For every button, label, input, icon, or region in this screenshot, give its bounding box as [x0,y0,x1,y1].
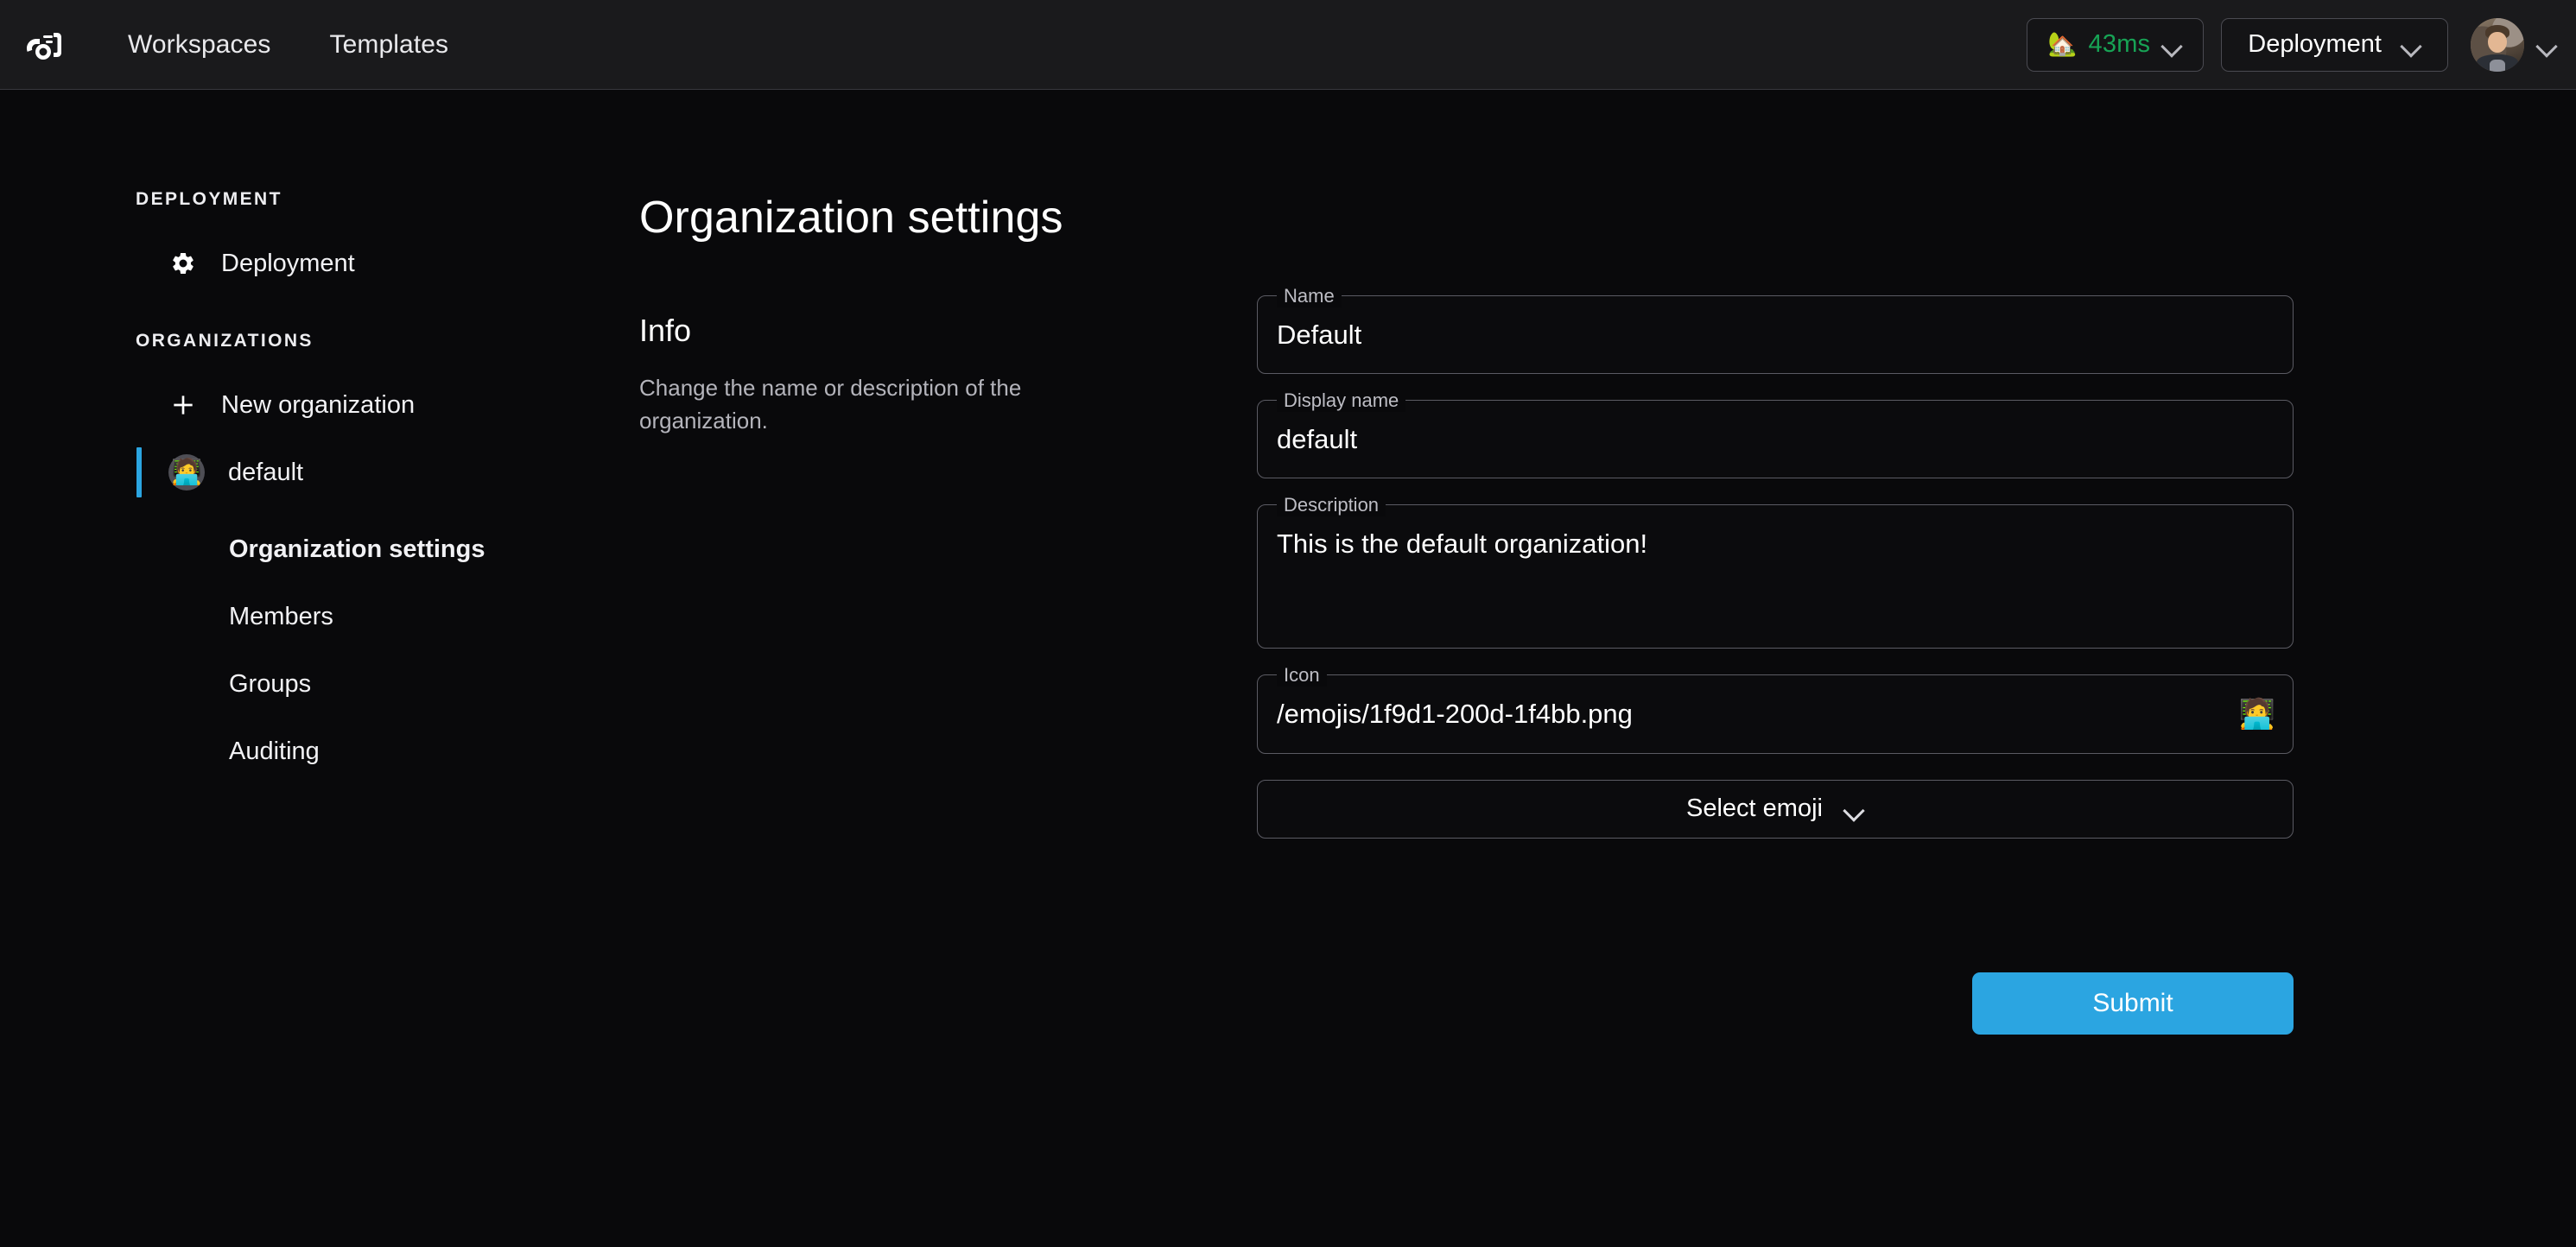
technologist-emoji-avatar: 🧑‍💻 [168,454,205,491]
info-section-title: Info [639,313,1088,349]
technologist-emoji-preview-icon: 🧑‍💻 [2239,699,2275,729]
plus-icon [168,390,198,420]
info-column: Info Change the name or description of t… [639,295,1088,438]
chevron-down-icon [2401,35,2421,55]
sidebar-subitem-auditing-label: Auditing [229,737,320,766]
select-emoji-label: Select emoji [1686,794,1823,823]
sidebar-section-organizations-label: ORGANIZATIONS [0,331,639,351]
icon-field-label: Icon [1277,664,1327,687]
chevron-down-icon [2161,35,2182,55]
sidebar-subitem-groups[interactable]: Groups [0,650,639,718]
submit-button[interactable]: Submit [1972,972,2294,1035]
description-textarea[interactable]: This is the default organization! [1258,505,2293,648]
nav-workspaces[interactable]: Workspaces [98,20,301,70]
sidebar-item-deployment[interactable]: Deployment [0,236,639,291]
latency-badge[interactable]: 🏡 43ms [2027,18,2204,72]
sidebar-subitem-members-label: Members [229,603,333,631]
sidebar-subitem-members[interactable]: Members [0,583,639,650]
display-name-field-label: Display name [1277,389,1405,412]
top-navigation-bar: Workspaces Templates 🏡 43ms Deployment [0,0,2576,90]
icon-field[interactable]: Icon /emojis/1f9d1-200d-1f4bb.png 🧑‍💻 [1257,674,2294,753]
name-input[interactable]: Default [1258,296,2293,373]
submit-row: Submit [1257,972,2294,1035]
sidebar-subitem-auditing[interactable]: Auditing [0,718,639,785]
sidebar: DEPLOYMENT Deployment ORGANIZATIONS New … [0,90,639,785]
settings-layout: Info Change the name or description of t… [639,295,2576,1035]
display-name-field[interactable]: Display name default [1257,400,2294,478]
sidebar-item-new-organization-label: New organization [221,391,415,420]
sidebar-item-new-organization[interactable]: New organization [0,377,639,433]
icon-input[interactable]: /emojis/1f9d1-200d-1f4bb.png [1258,675,2293,752]
deployment-selector-label: Deployment [2248,30,2382,59]
select-emoji-button[interactable]: Select emoji [1257,780,2294,839]
sidebar-item-default-org[interactable]: 🧑‍💻 default [0,445,639,500]
gear-icon [168,249,198,278]
name-field-label: Name [1277,285,1342,307]
info-section-description: Change the name or description of the or… [639,372,1080,438]
user-avatar [2471,18,2524,72]
main-content: Organization settings Info Change the na… [639,90,2576,1035]
page-title: Organization settings [639,192,2576,244]
settings-form: Name Default Display name default Descri… [1257,295,2294,1035]
sidebar-section-deployment-label: DEPLOYMENT [0,189,639,210]
display-name-input[interactable]: default [1258,401,2293,478]
deployment-selector-button[interactable]: Deployment [2221,18,2448,72]
house-with-garden-emoji: 🏡 [2048,33,2078,56]
sidebar-subitem-organization-settings[interactable]: Organization settings [0,516,639,583]
active-indicator-bar [136,447,142,497]
topbar-right-cluster: 🏡 43ms Deployment [2027,18,2576,72]
nav-templates[interactable]: Templates [301,20,479,70]
chevron-down-icon [2536,35,2557,55]
description-field[interactable]: Description This is the default organiza… [1257,504,2294,649]
sidebar-item-deployment-label: Deployment [221,250,355,278]
sidebar-subitem-organization-settings-label: Organization settings [229,535,485,564]
chevron-down-icon [1843,799,1864,820]
primary-nav-links: Workspaces Templates [98,20,478,70]
latency-value: 43ms [2089,30,2151,59]
sidebar-subitem-groups-label: Groups [229,670,311,699]
user-menu-button[interactable] [2471,18,2557,72]
coder-logo-icon[interactable] [17,18,71,72]
sidebar-item-default-org-label: default [228,459,303,487]
name-field[interactable]: Name Default [1257,295,2294,374]
description-field-label: Description [1277,494,1386,516]
